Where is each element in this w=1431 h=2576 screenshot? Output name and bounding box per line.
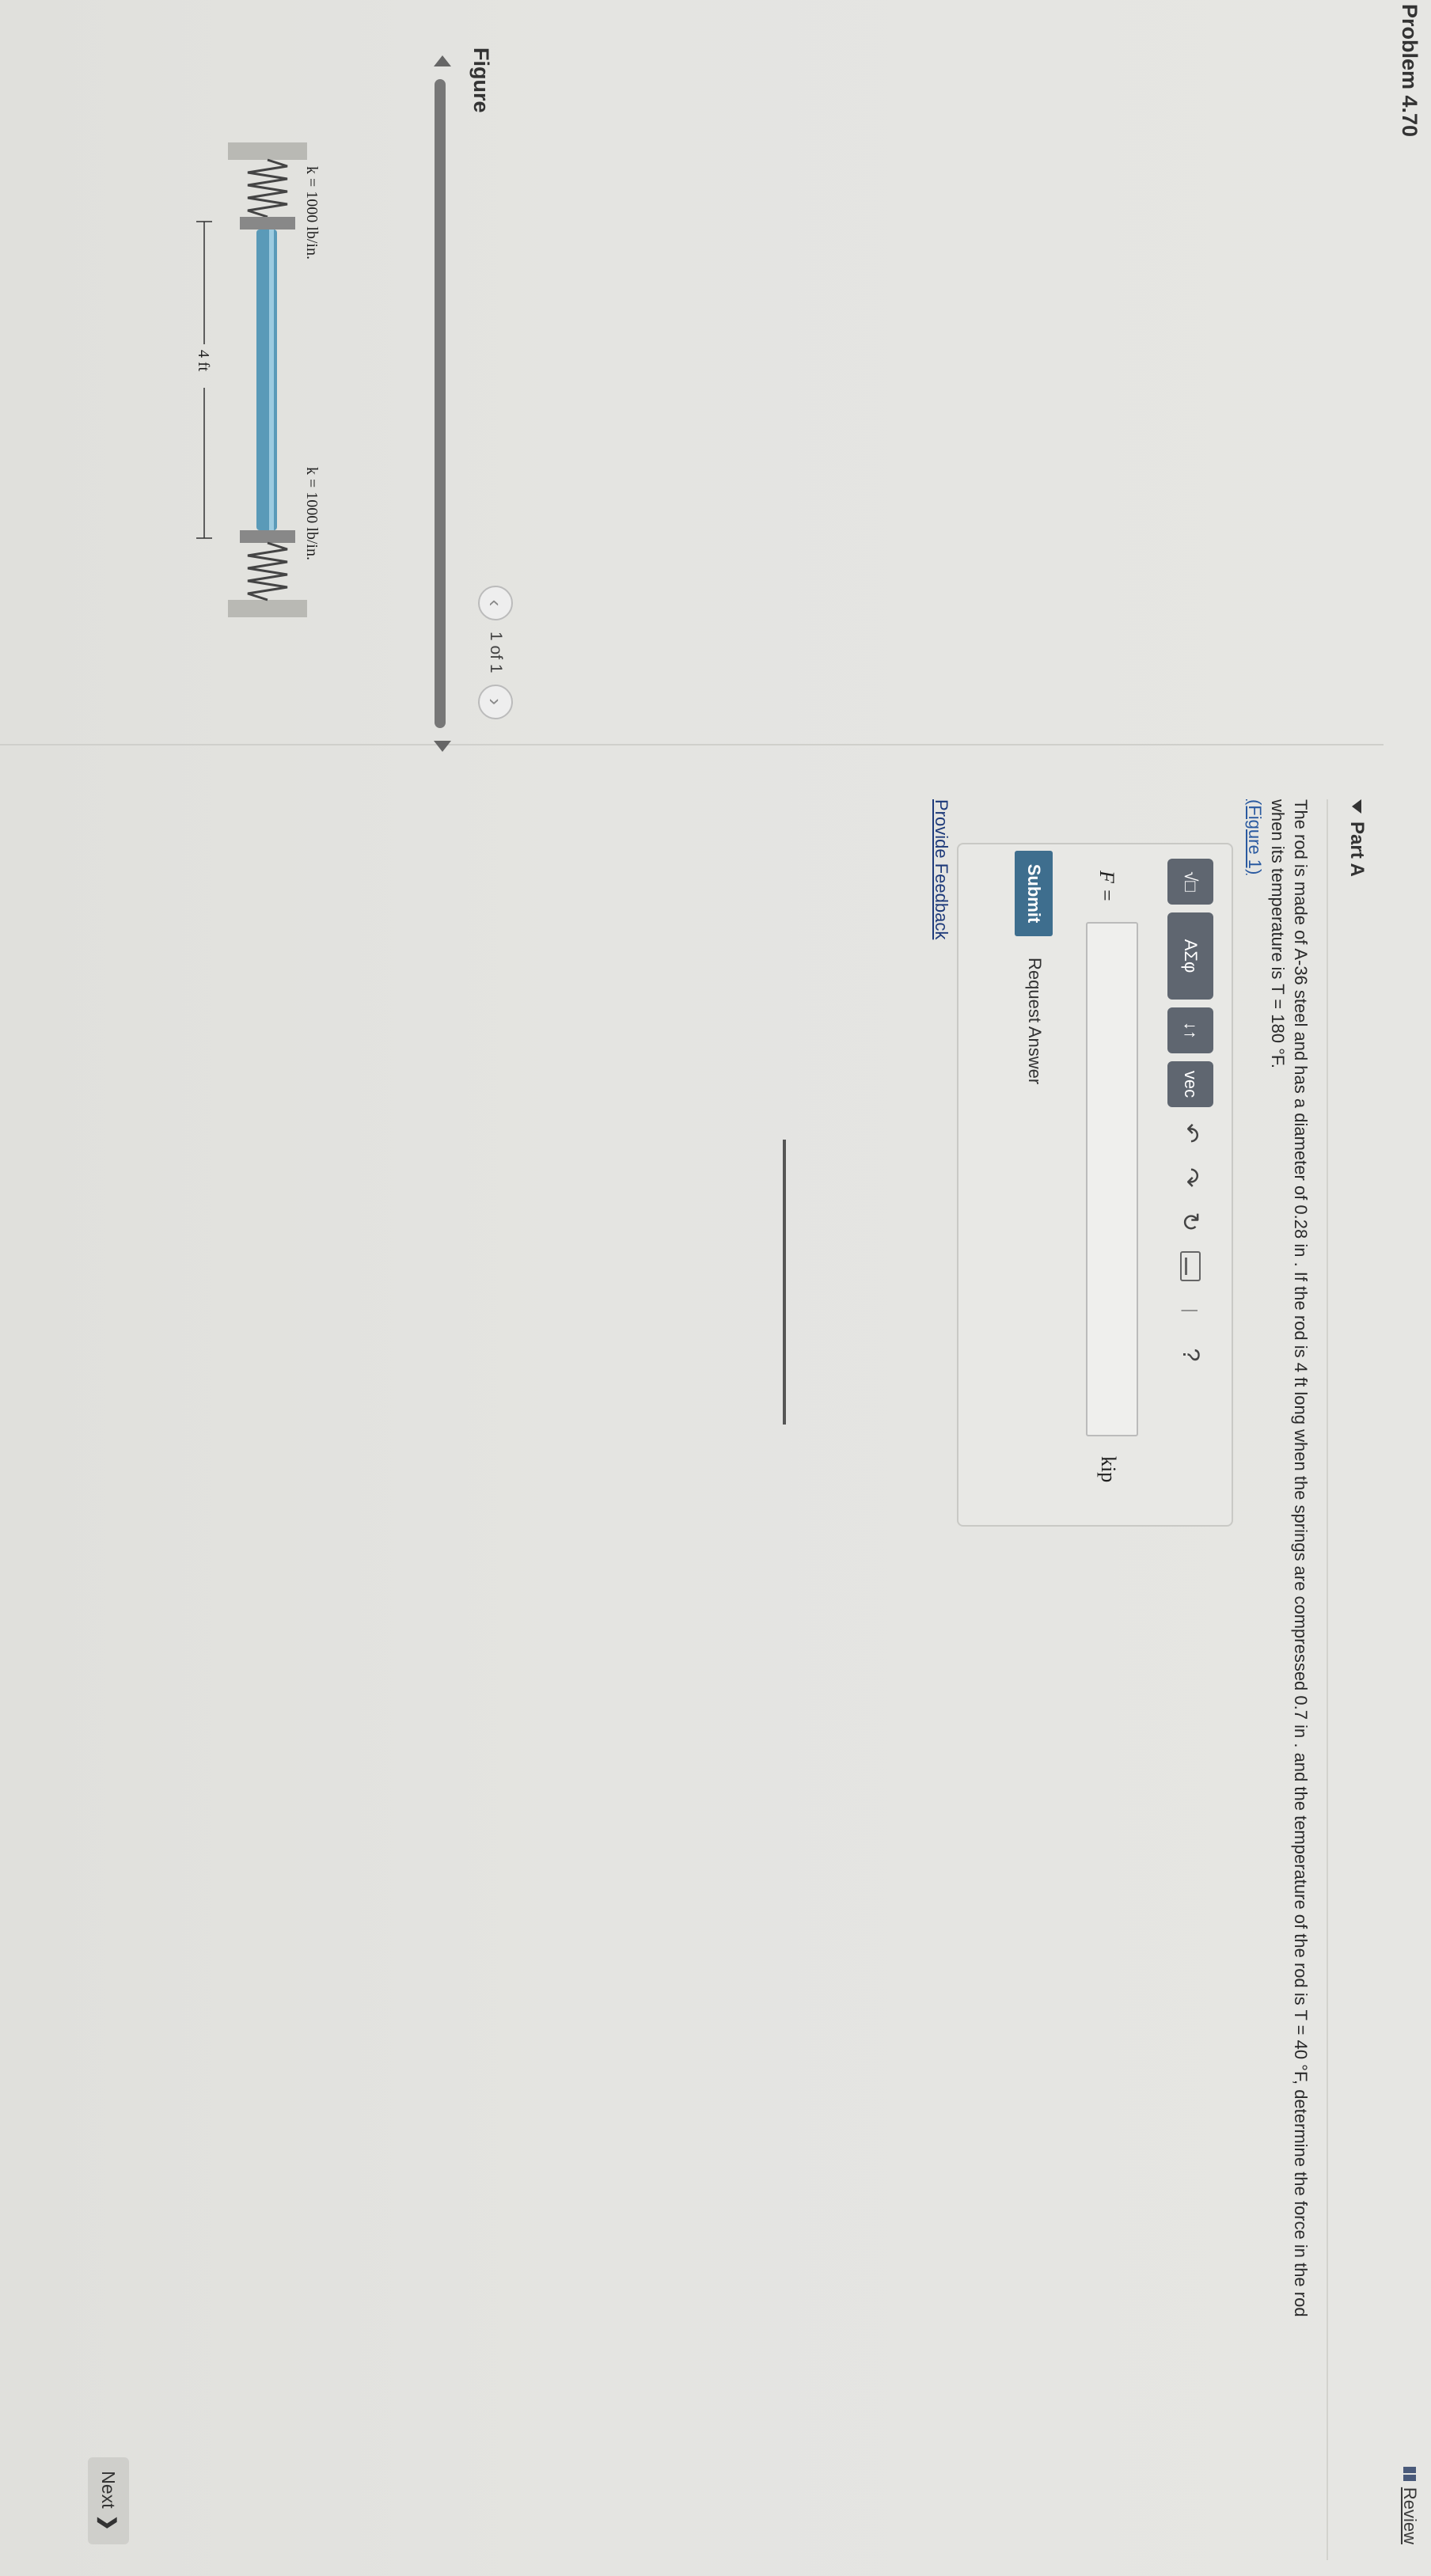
page-title: Problem 4.70 bbox=[1398, 4, 1422, 138]
screen-rotated: Problem 4.70 Review k = 1000 lb/in. k = … bbox=[0, 0, 1431, 2576]
pager-text: 1 of 1 bbox=[487, 632, 505, 673]
review-link[interactable]: Review bbox=[1399, 2467, 1420, 2544]
greek-symbols-button[interactable]: ΑΣφ bbox=[1167, 912, 1213, 1000]
left-wall bbox=[228, 142, 307, 160]
figure-scrollbar[interactable] bbox=[430, 55, 454, 752]
subscript-superscript-button[interactable]: ↓↑ bbox=[1167, 1007, 1213, 1053]
scroll-right-icon[interactable] bbox=[434, 741, 451, 752]
figure-link[interactable]: (Figure 1) bbox=[1245, 799, 1265, 874]
submit-button[interactable]: Submit bbox=[1015, 851, 1053, 936]
provide-feedback-link[interactable]: Provide Feedback bbox=[931, 799, 951, 939]
rod bbox=[256, 230, 277, 530]
left-washer bbox=[240, 217, 295, 230]
math-toolbar: √□ ΑΣφ ↓↑ vec ↶ ↷ ↻ | ? bbox=[1167, 859, 1213, 1373]
figure-heading: Figure bbox=[469, 47, 493, 113]
collapse-triangle-icon[interactable] bbox=[1352, 799, 1361, 814]
right-spring bbox=[247, 541, 288, 601]
part-label: Part A bbox=[1346, 821, 1368, 877]
divider-line bbox=[783, 1140, 786, 1425]
keyboard-icon[interactable] bbox=[1172, 1248, 1209, 1284]
review-icon bbox=[1403, 2467, 1416, 2481]
answer-unit: kip bbox=[1097, 1456, 1120, 1483]
chevron-right-icon: ❯ bbox=[97, 2514, 120, 2531]
request-answer-link[interactable]: Request Answer bbox=[1024, 958, 1045, 1084]
rod-highlight bbox=[269, 230, 274, 530]
review-label: Review bbox=[1400, 2487, 1420, 2544]
undo-icon[interactable]: ↶ bbox=[1172, 1115, 1209, 1151]
next-button[interactable]: Next ❯ bbox=[88, 2457, 129, 2544]
next-label: Next bbox=[98, 2471, 120, 2509]
left-spring bbox=[247, 158, 288, 218]
part-a-header[interactable]: Part A bbox=[1327, 799, 1384, 2560]
figure-pager: ‹ 1 of 1 › bbox=[478, 586, 513, 719]
statement-line-1: The rod is made of A-36 steel and has a … bbox=[1291, 799, 1311, 2317]
answer-input[interactable] bbox=[1086, 922, 1138, 1436]
reset-icon[interactable]: ↻ bbox=[1172, 1204, 1209, 1240]
length-label: 4 ft bbox=[195, 350, 212, 372]
answer-variable-label: F = bbox=[1095, 871, 1118, 902]
k-right-label: k = 1000 lb/in. bbox=[303, 467, 321, 560]
problem-statement: The rod is made of A-36 steel and has a … bbox=[1243, 799, 1312, 2525]
templates-button[interactable]: √□ bbox=[1167, 859, 1213, 905]
figure-image: k = 1000 lb/in. k = 1000 lb/in. 4 ft bbox=[195, 142, 321, 617]
redo-icon[interactable]: ↷ bbox=[1172, 1159, 1209, 1196]
right-washer bbox=[240, 530, 295, 543]
vector-button[interactable]: vec bbox=[1167, 1061, 1213, 1107]
k-left-label: k = 1000 lb/in. bbox=[303, 166, 321, 260]
help-icon[interactable]: ? bbox=[1172, 1337, 1209, 1373]
toolbar-divider: | bbox=[1181, 1308, 1201, 1313]
next-figure-button[interactable]: › bbox=[478, 684, 513, 719]
prev-figure-button[interactable]: ‹ bbox=[478, 586, 513, 620]
right-wall bbox=[228, 600, 307, 617]
statement-line-2: when its temperature is T = 180 °F. bbox=[1268, 799, 1288, 1068]
scroll-left-icon[interactable] bbox=[434, 55, 451, 66]
scroll-thumb[interactable] bbox=[435, 79, 446, 728]
